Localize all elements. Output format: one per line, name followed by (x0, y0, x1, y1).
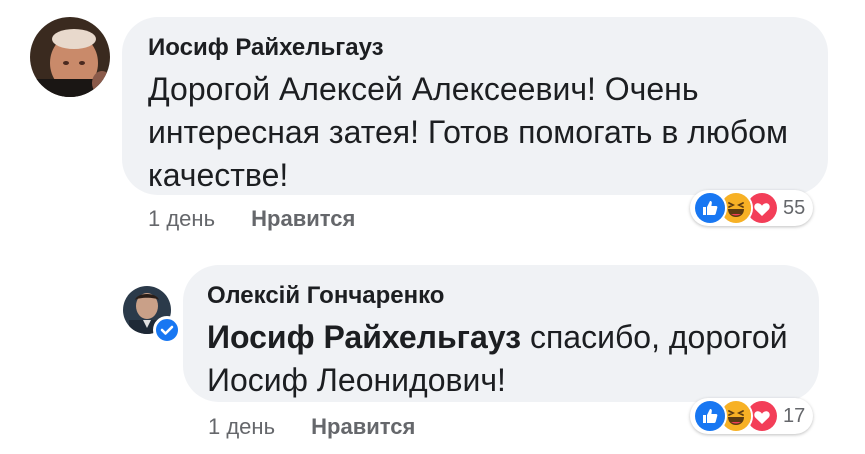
reaction-count: 17 (783, 404, 806, 427)
like-icon (693, 399, 727, 433)
comment-text: Дорогой Алексей Алексеевич! Очень интере… (148, 71, 789, 193)
mention-link[interactable]: Иосиф Райхельгауз (207, 319, 521, 355)
like-button[interactable]: Нравится (251, 206, 355, 231)
comment-bubble: Олексій Гончаренко Иосиф Райхельгауз спа… (183, 265, 819, 402)
like-button[interactable]: Нравится (311, 414, 415, 439)
reactions-summary[interactable]: 17 (690, 398, 814, 434)
comment-author[interactable]: Иосиф Райхельгауз (148, 34, 802, 62)
verified-badge-icon (153, 316, 181, 344)
avatar[interactable] (30, 17, 110, 97)
comment-text: Иосиф Райхельгауз спасибо, дорогой Иосиф… (207, 316, 795, 402)
comment-bubble: Иосиф Райхельгауз Дорогой Алексей Алексе… (122, 17, 828, 195)
reaction-count: 55 (783, 196, 806, 219)
comment-author[interactable]: Олексій Гончаренко (207, 282, 795, 310)
comment-actions: 1 день Нравится (148, 206, 355, 232)
comment-actions: 1 день Нравится (208, 414, 415, 440)
comment-timestamp[interactable]: 1 день (208, 414, 275, 439)
comment-timestamp[interactable]: 1 день (148, 206, 215, 231)
reactions-summary[interactable]: 55 (690, 190, 814, 226)
like-icon (693, 191, 727, 225)
